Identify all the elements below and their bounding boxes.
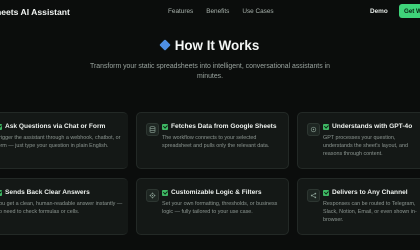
card-title: Customizable Logic & Filters bbox=[162, 189, 262, 196]
nav-links: Features Benefits Use Cases bbox=[168, 8, 274, 15]
checkmark-icon bbox=[323, 189, 329, 196]
card-title: Fetches Data from Google Sheets bbox=[162, 123, 277, 130]
card-title: Delivers to Any Channel bbox=[323, 189, 408, 196]
card-title: Understands with GPT-4o bbox=[323, 123, 412, 130]
step-card-customize: Customizable Logic & Filters Set your ow… bbox=[136, 178, 289, 235]
card-title: Ask Questions via Chat or Form bbox=[0, 123, 105, 130]
card-description: The workflow connects to your selected s… bbox=[162, 135, 270, 149]
nav-link-use-cases[interactable]: Use Cases bbox=[242, 8, 273, 15]
step-card-deliver: Delivers to Any Channel Responses can be… bbox=[297, 178, 420, 235]
diamond-icon bbox=[159, 39, 171, 51]
card-description: GPT processes your question, understands… bbox=[323, 135, 408, 157]
card-description: You get a clean, human-readable answer i… bbox=[0, 201, 123, 215]
checkmark-icon bbox=[0, 189, 2, 196]
step-card-send: Sends Back Clear Answers You get a clean… bbox=[0, 178, 128, 235]
database-icon bbox=[146, 123, 159, 136]
checkmark-icon bbox=[162, 189, 168, 196]
card-description: Trigger the assistant through a webhook,… bbox=[0, 135, 121, 149]
checkmark-icon bbox=[0, 123, 2, 130]
nav-link-features[interactable]: Features bbox=[168, 8, 193, 15]
card-description: Set your own formatting, thresholds, or … bbox=[162, 201, 278, 215]
checkmark-icon bbox=[162, 123, 168, 130]
step-card-understand: Understands with GPT-4o GPT processes yo… bbox=[297, 112, 420, 169]
step-card-ask: Ask Questions via Chat or Form Trigger t… bbox=[0, 112, 128, 169]
get-started-button[interactable]: Get W bbox=[399, 4, 420, 18]
gear-icon bbox=[146, 189, 159, 202]
share-icon bbox=[307, 189, 320, 202]
demo-link[interactable]: Demo bbox=[370, 8, 388, 15]
brand-name[interactable]: heets AI Assistant bbox=[0, 7, 70, 17]
step-card-fetch: Fetches Data from Google Sheets The work… bbox=[136, 112, 289, 169]
top-nav: heets AI Assistant Features Benefits Use… bbox=[0, 0, 420, 24]
ai-icon bbox=[307, 123, 320, 136]
checkmark-icon bbox=[323, 123, 329, 130]
section-title: How It Works bbox=[174, 38, 260, 53]
section-title-wrap: How It Works bbox=[0, 38, 420, 53]
section-subtitle: Transform your static spreadsheets into … bbox=[90, 63, 330, 80]
card-description: Responses can be routed to Telegram, Sla… bbox=[323, 201, 417, 223]
nav-link-benefits[interactable]: Benefits bbox=[206, 8, 229, 15]
card-title: Sends Back Clear Answers bbox=[0, 189, 90, 196]
